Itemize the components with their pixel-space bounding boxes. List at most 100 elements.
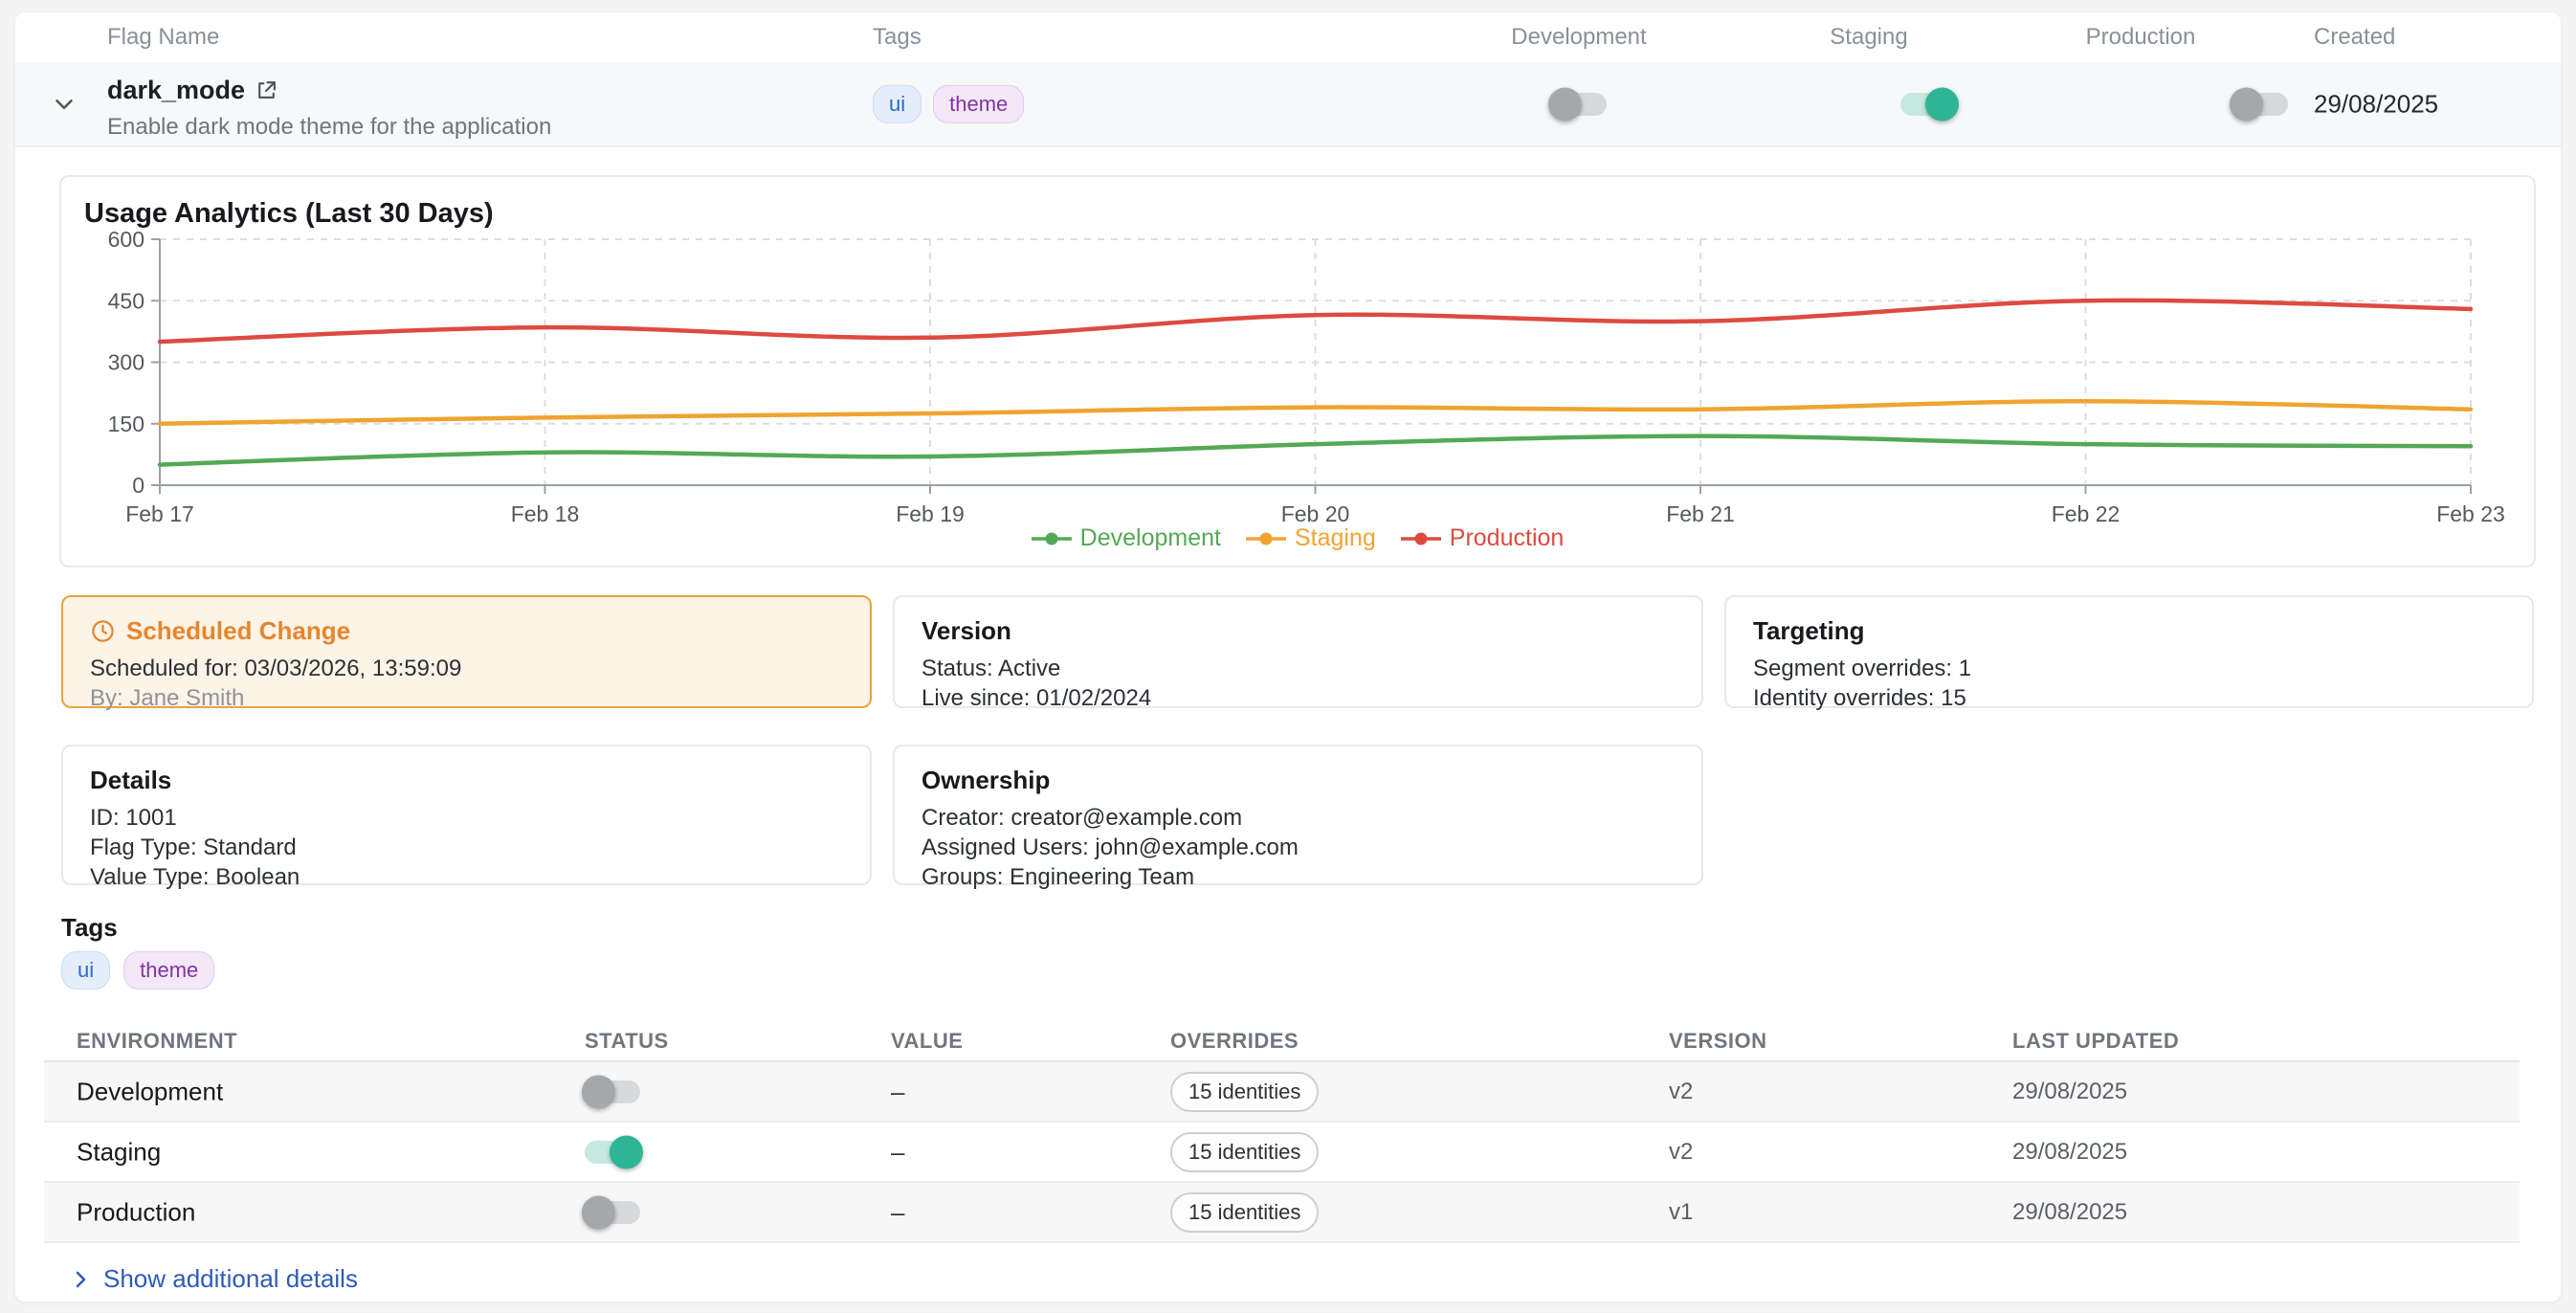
legend-item-staging[interactable]: Staging [1246,524,1376,552]
flag-tags: ui theme [873,84,1024,122]
legend-marker-icon [1401,531,1441,546]
table-row-staging: Staging – 15 identities v2 29/08/2025 [44,1123,2520,1183]
flag-detail-panel: Flag Name Tags Development Staging Produ… [15,12,2561,1302]
column-development: Development [1511,24,1646,51]
flag-description: Enable dark mode theme for the applicati… [107,114,551,141]
svg-text:300: 300 [108,350,144,375]
col-status: STATUS [585,1029,669,1054]
details-id: ID: 1001 [90,803,843,833]
scheduled-change-card: Scheduled Change Scheduled for: 03/03/20… [61,595,872,708]
table-row-production: Production – 15 identities v1 29/08/2025 [44,1183,2520,1243]
column-production: Production [2086,24,2196,51]
production-status-toggle[interactable] [585,1201,640,1224]
env-name: Production [77,1197,195,1227]
column-flag-name: Flag Name [107,24,219,51]
ownership-card-title: Ownership [922,766,1675,795]
environment-table-header: ENVIRONMENT STATUS VALUE OVERRIDES VERSI… [44,1022,2520,1062]
env-last-updated: 29/08/2025 [2012,1139,2127,1166]
svg-text:Feb 18: Feb 18 [511,501,580,526]
flag-table-header: Flag Name Tags Development Staging Produ… [15,12,2561,64]
production-toggle[interactable] [2232,93,2288,116]
ownership-groups: Groups: Engineering Team [922,862,1675,892]
column-tags: Tags [873,24,922,51]
column-created: Created [2314,24,2395,51]
development-toggle[interactable] [1551,93,1607,116]
environment-table: ENVIRONMENT STATUS VALUE OVERRIDES VERSI… [44,1022,2520,1243]
identities-badge[interactable]: 15 identities [1170,1132,1319,1172]
scheduled-for-text: Scheduled for: 03/03/2026, 13:59:09 [90,654,843,683]
env-last-updated: 29/08/2025 [2012,1199,2127,1226]
tags-section-title: Tags [61,913,118,943]
show-additional-details-label: Show additional details [103,1264,358,1294]
svg-text:Feb 19: Feb 19 [896,501,965,526]
targeting-card-title: Targeting [1753,616,2505,646]
version-card-title: Version [922,616,1675,646]
col-version: VERSION [1669,1029,1767,1054]
col-last-updated: LAST UPDATED [2012,1029,2179,1054]
env-version: v1 [1669,1199,1693,1226]
env-value: – [891,1137,904,1167]
legend-item-development[interactable]: Development [1032,524,1221,552]
table-row-development: Development – 15 identities v2 29/08/202… [44,1062,2520,1123]
version-status: Status: Active [922,654,1675,683]
usage-analytics-chart: 0 150 300 450 600 Feb 17 Feb 18 Feb 19 Feb 20 Feb… [61,177,2534,566]
col-value: VALUE [891,1029,963,1054]
col-overrides: OVERRIDES [1170,1029,1299,1054]
svg-text:Feb 20: Feb 20 [1281,501,1350,526]
tags-section-chips: ui theme [61,951,214,990]
staging-status-toggle[interactable] [585,1141,640,1164]
env-name: Staging [77,1137,161,1167]
clock-icon [90,618,116,644]
svg-text:450: 450 [108,288,144,313]
env-value: – [891,1197,904,1227]
development-status-toggle[interactable] [585,1080,640,1103]
identities-badge[interactable]: 15 identities [1170,1192,1319,1233]
legend-marker-icon [1032,531,1072,546]
column-staging: Staging [1830,24,1907,51]
ownership-card: Ownership Creator: creator@example.com A… [893,745,1703,885]
svg-text:600: 600 [108,227,144,252]
ownership-assigned-users: Assigned Users: john@example.com [922,833,1675,862]
svg-text:Feb 23: Feb 23 [2436,501,2505,526]
col-environment: ENVIRONMENT [77,1029,237,1054]
svg-text:Feb 17: Feb 17 [125,501,194,526]
details-card: Details ID: 1001 Flag Type: Standard Val… [61,745,872,885]
targeting-card: Targeting Segment overrides: 1 Identity … [1724,595,2534,708]
external-link-icon[interactable] [255,78,278,102]
ownership-creator: Creator: creator@example.com [922,803,1675,833]
details-value-type: Value Type: Boolean [90,862,843,892]
show-additional-details-link[interactable]: Show additional details [69,1264,358,1294]
details-flag-type: Flag Type: Standard [90,833,843,862]
svg-text:0: 0 [132,473,144,498]
flag-name: dark_mode [107,76,245,105]
tag-chip-theme: theme [123,951,214,990]
version-card: Version Status: Active Live since: 01/02… [893,595,1703,708]
flag-row[interactable]: dark_mode Enable dark mode theme for the… [15,62,2561,147]
svg-text:150: 150 [108,412,144,436]
staging-toggle[interactable] [1900,93,1956,116]
legend-marker-icon [1246,531,1286,546]
usage-analytics-card: Usage Analytics (Last 30 Days) 015030045… [59,175,2536,567]
tag-chip-ui: ui [873,84,922,122]
tag-chip-theme: theme [933,84,1024,122]
chevron-right-icon [69,1268,92,1291]
flag-created-date: 29/08/2025 [2314,89,2438,119]
env-version: v2 [1669,1139,1693,1166]
env-value: – [891,1077,904,1106]
legend-item-production[interactable]: Production [1401,524,1565,552]
svg-text:Feb 22: Feb 22 [2052,501,2121,526]
env-name: Development [77,1077,223,1106]
version-live-since: Live since: 01/02/2024 [922,683,1675,713]
scheduled-change-title: Scheduled Change [126,616,350,646]
svg-text:Feb 21: Feb 21 [1666,501,1735,526]
chevron-down-icon[interactable] [50,90,78,119]
segment-overrides: Segment overrides: 1 [1753,654,2505,683]
flag-name-block: dark_mode Enable dark mode theme for the… [107,76,551,141]
env-version: v2 [1669,1079,1693,1105]
tag-chip-ui: ui [61,951,110,990]
details-card-title: Details [90,766,843,795]
identities-badge[interactable]: 15 identities [1170,1072,1319,1112]
identity-overrides: Identity overrides: 15 [1753,683,2505,713]
scheduled-by-text: By: Jane Smith [90,683,843,713]
env-last-updated: 29/08/2025 [2012,1079,2127,1105]
